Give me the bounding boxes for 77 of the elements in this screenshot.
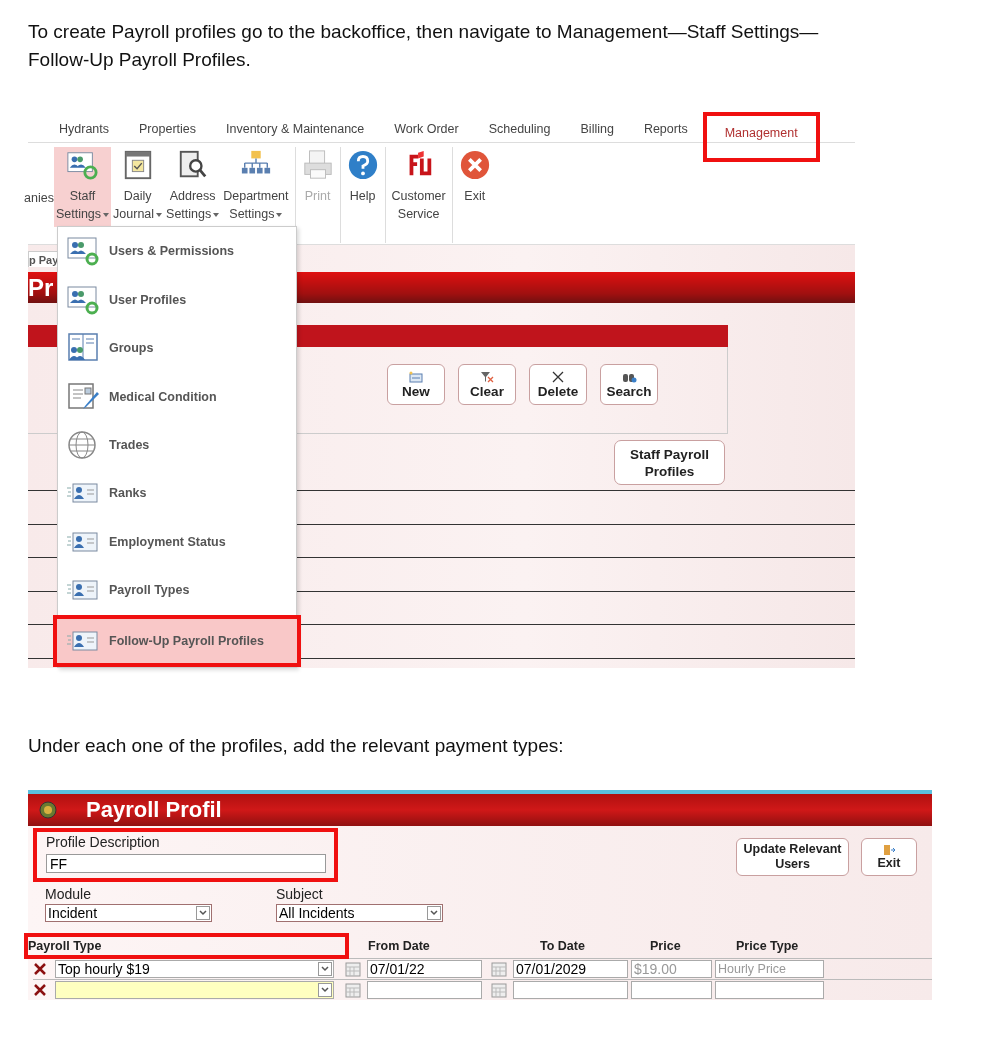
date-field[interactable] — [513, 981, 628, 999]
staff-payroll-profiles-button[interactable]: Staff Payroll Profiles — [614, 440, 725, 485]
card-icon — [408, 370, 424, 383]
emblem-icon — [38, 800, 58, 820]
caret-icon — [318, 962, 332, 976]
toolbar-button[interactable]: Clear — [458, 364, 516, 405]
date-field[interactable]: 07/01/2029 — [513, 960, 628, 978]
date-field[interactable] — [367, 981, 482, 999]
ribbon-button[interactable]: Exit — [456, 147, 493, 209]
calendar-icon[interactable] — [491, 961, 507, 977]
document-pen-icon — [66, 381, 100, 412]
window-button[interactable]: Exit — [861, 838, 917, 876]
ribbon-button[interactable]: Department Settings — [221, 147, 291, 227]
ribbon-tab[interactable]: Hydrants — [44, 121, 125, 136]
calendar-icon[interactable] — [345, 982, 361, 998]
toolbar-button[interactable]: New — [387, 364, 445, 405]
caret-icon — [318, 983, 332, 997]
highlighted-ribbon-tab[interactable]: Management — [702, 111, 820, 162]
column-header: Payroll Type — [24, 932, 349, 959]
menu-item[interactable]: Trades — [58, 420, 296, 470]
menu-item[interactable]: Medical Condition — [58, 372, 296, 421]
menu-item[interactable]: Payroll Types — [58, 566, 296, 615]
date-field[interactable]: 07/01/22 — [367, 960, 482, 978]
ribbon-tab[interactable]: Inventory & Maintenance — [211, 121, 380, 136]
window-button[interactable]: Update Relevant Users — [736, 838, 849, 876]
dropdown-field[interactable]: Incident — [45, 904, 212, 922]
door-icon — [882, 843, 896, 856]
ribbon-button[interactable]: anies — [24, 147, 54, 207]
ribbon-tab[interactable]: Properties — [124, 121, 211, 136]
field-label: Subject — [276, 886, 324, 903]
dropdown-field[interactable] — [55, 981, 334, 999]
column-header: To Date — [539, 937, 586, 955]
caret-icon — [196, 906, 210, 920]
delete-icon[interactable] — [33, 984, 47, 996]
ribbon-tab[interactable]: Billing — [565, 121, 629, 136]
menu-item[interactable]: Groups — [58, 323, 296, 373]
instruction-text: To create Payroll profiles go to the backoffice, then navigate to Management—Staff Settings—Follow-Up Payroll Profiles. — [28, 20, 820, 72]
ribbon-button[interactable]: Staff Settings — [53, 147, 112, 227]
calendar-icon[interactable] — [491, 982, 507, 998]
input-field[interactable]: FF — [46, 854, 326, 873]
help-icon — [346, 149, 379, 181]
page-title: Pr — [28, 273, 54, 302]
ribbon-button[interactable]: Address Settings — [164, 147, 222, 227]
column-header: Price — [649, 937, 682, 955]
toolbar-button[interactable]: Delete — [529, 364, 587, 405]
ribbon-button[interactable]: Daily Journal — [111, 147, 165, 227]
menu-item[interactable]: Employment Status — [58, 517, 296, 567]
printer-icon — [301, 149, 334, 181]
delete-icon[interactable] — [33, 963, 47, 975]
close-circle-icon — [458, 149, 491, 181]
caret-icon — [427, 906, 441, 920]
people-sync-icon — [66, 236, 100, 267]
menu-item[interactable]: User Profiles — [58, 275, 296, 324]
instruction-text: Under each one of the profiles, add the relevant payment types: — [28, 734, 565, 758]
column-header: Price Type — [735, 937, 800, 955]
toolbar-button[interactable]: Search — [600, 364, 658, 405]
ribbon-button[interactable]: Customer Service — [389, 147, 448, 227]
window-title: Payroll Profil — [86, 797, 222, 823]
dropdown-field[interactable]: Top hourly $19 — [55, 960, 334, 978]
price-type-field: Hourly Price — [715, 960, 824, 978]
ribbon-tab[interactable]: Reports — [628, 121, 703, 136]
ribbon-tab[interactable]: Work Order — [379, 121, 474, 136]
menu-item[interactable]: Ranks — [58, 469, 296, 518]
people-sync-icon — [66, 284, 100, 315]
people-sync-icon — [66, 149, 99, 181]
dropdown-field[interactable]: All Incidents — [276, 904, 443, 922]
price-field: $19.00 — [631, 960, 712, 978]
delete-icon — [550, 370, 566, 383]
ribbon-tab[interactable]: Scheduling — [473, 121, 566, 136]
column-header: From Date — [367, 937, 431, 955]
group-icon — [66, 333, 100, 364]
field-label: Module — [45, 886, 92, 903]
calendar-icon[interactable] — [345, 961, 361, 977]
menu-item[interactable]: Follow-Up Payroll Profiles — [53, 614, 301, 667]
ribbon-button[interactable]: Help — [344, 147, 381, 209]
funnel-icon — [479, 370, 495, 383]
field-label: Profile Description — [46, 834, 161, 851]
